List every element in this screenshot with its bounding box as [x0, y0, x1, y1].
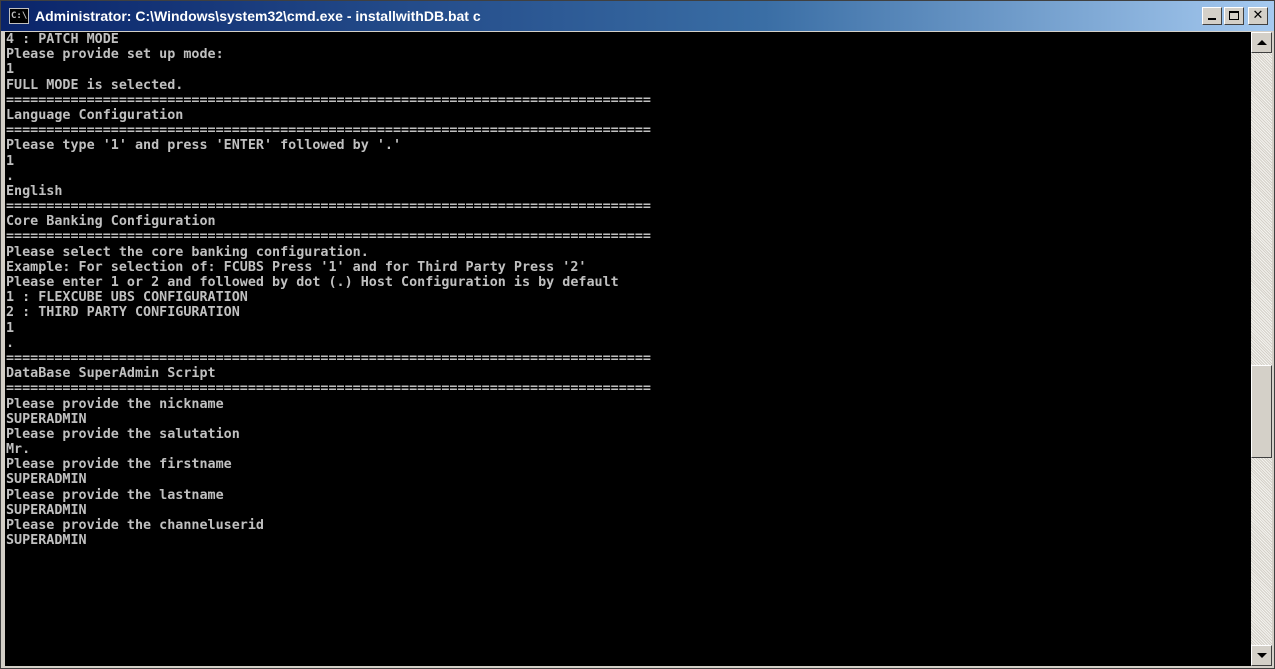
- console-line: SUPERADMIN: [6, 411, 87, 427]
- console-line: 2 : THIRD PARTY CONFIGURATION: [6, 305, 240, 321]
- console-line: Core Banking Configuration: [6, 214, 216, 230]
- console-line: ========================================…: [6, 350, 651, 366]
- console-line: Please provide the salutation: [6, 426, 240, 442]
- scroll-up-button[interactable]: [1251, 32, 1272, 53]
- console-line: 1 : FLEXCUBE UBS CONFIGURATION: [6, 290, 248, 306]
- console-line: 4 : PATCH MODE: [6, 32, 119, 47]
- console-line: English: [6, 183, 63, 199]
- console-line: 1: [6, 320, 15, 336]
- scroll-down-button[interactable]: [1251, 645, 1272, 666]
- console-line: .: [6, 335, 15, 351]
- console-line: Mr.: [6, 442, 31, 458]
- minimize-icon: [1208, 18, 1216, 20]
- console-output[interactable]: 4 : PATCH MODE Please provide set up mode…: [5, 32, 1251, 666]
- console-line: Please provide the channeluserid: [6, 518, 264, 533]
- close-button[interactable]: ✕: [1248, 7, 1268, 25]
- console-line: ========================================…: [6, 381, 651, 397]
- window-title: Administrator: C:\Windows\system32\cmd.e…: [35, 8, 481, 24]
- vertical-scrollbar[interactable]: [1251, 32, 1272, 666]
- console-line: Please enter 1 or 2 and followed by dot …: [6, 275, 619, 290]
- console-line: 1: [6, 62, 15, 78]
- arrow-down-icon: [1257, 653, 1267, 658]
- console-line: ========================================…: [6, 92, 651, 108]
- console-line: DataBase SuperAdmin Script: [6, 366, 216, 382]
- arrow-up-icon: [1257, 40, 1267, 45]
- console-line: Please select the core banking configura…: [6, 244, 369, 260]
- console-line: .: [6, 168, 15, 184]
- console-line: Please provide set up mode:: [6, 47, 224, 63]
- console-line: ========================================…: [6, 123, 651, 139]
- minimize-button[interactable]: [1202, 7, 1222, 25]
- title-bar[interactable]: C:\ Administrator: C:\Windows\system32\c…: [1, 1, 1274, 31]
- close-icon: ✕: [1252, 8, 1264, 23]
- window-controls: ✕: [1202, 7, 1268, 25]
- console-line: SUPERADMIN: [6, 502, 87, 518]
- console-line: FULL MODE is selected.: [6, 77, 184, 93]
- maximize-button[interactable]: [1224, 7, 1244, 25]
- console-line: Please type '1' and press 'ENTER' follow…: [6, 138, 402, 154]
- cmd-app-icon[interactable]: C:\: [9, 8, 29, 24]
- console-line: Please provide the firstname: [6, 457, 232, 473]
- maximize-icon: [1229, 11, 1239, 20]
- console-line: Example: For selection of: FCUBS Press '…: [6, 259, 587, 275]
- console-line: SUPERADMIN: [6, 533, 87, 549]
- console-line: ========================================…: [6, 199, 651, 215]
- console-line: 1: [6, 153, 15, 169]
- console-line: Please provide the lastname: [6, 487, 224, 503]
- console-line: Language Configuration: [6, 107, 184, 123]
- console-line: Please provide the nickname: [6, 396, 224, 412]
- scrollbar-thumb[interactable]: [1251, 365, 1272, 458]
- console-line: SUPERADMIN: [6, 472, 87, 488]
- console-window: C:\ Administrator: C:\Windows\system32\c…: [0, 0, 1275, 669]
- console-line: ========================================…: [6, 229, 651, 245]
